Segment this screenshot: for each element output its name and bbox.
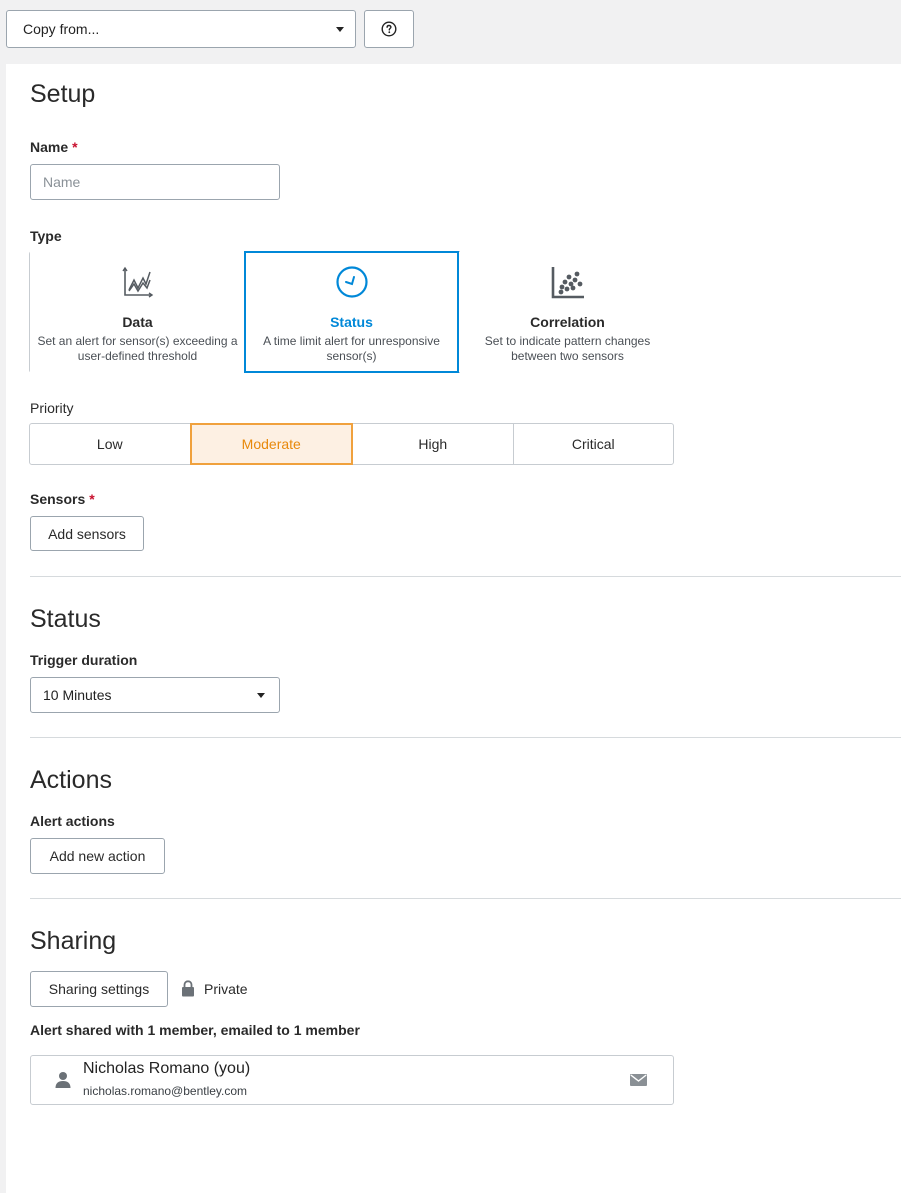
trigger-duration-label: Trigger duration	[30, 652, 138, 668]
section-divider	[30, 898, 901, 899]
type-description: A time limit alert for unresponsive sens…	[263, 334, 440, 363]
lock-icon	[182, 980, 194, 997]
type-description: Set an alert for sensor(s) exceeding a u…	[37, 334, 238, 363]
type-option-correlation[interactable]: Correlation Set to indicate pattern chan…	[460, 251, 675, 373]
actions-section-title: Actions	[30, 766, 112, 794]
trigger-duration-value: 10 Minutes	[43, 687, 112, 703]
section-divider	[30, 737, 901, 738]
copy-from-dropdown[interactable]: Copy from...	[6, 10, 356, 48]
type-option-status[interactable]: Status A time limit alert for unresponsi…	[244, 251, 459, 373]
email-icon[interactable]	[630, 1074, 647, 1086]
required-mark: *	[72, 139, 78, 155]
type-title: Correlation	[530, 314, 605, 330]
sharing-section-title: Sharing	[30, 927, 117, 955]
chevron-down-icon	[336, 27, 344, 32]
privacy-status: Private	[181, 980, 248, 997]
help-button[interactable]	[364, 10, 414, 48]
trigger-duration-select[interactable]: 10 Minutes	[30, 677, 280, 713]
type-title: Status	[330, 314, 373, 330]
shared-member-item: Nicholas Romano (you) nicholas.romano@be…	[30, 1055, 674, 1105]
help-circle-icon	[381, 21, 397, 37]
type-label: Type	[30, 228, 62, 244]
user-icon	[55, 1072, 71, 1088]
priority-option-low[interactable]: Low	[30, 424, 191, 464]
copy-from-label: Copy from...	[23, 21, 100, 37]
scatter-plot-icon	[551, 265, 585, 299]
section-divider	[30, 576, 901, 577]
add-new-action-button[interactable]: Add new action	[30, 838, 165, 874]
alert-actions-label: Alert actions	[30, 813, 115, 829]
privacy-label: Private	[204, 980, 248, 997]
line-chart-icon	[121, 265, 154, 299]
sharing-settings-button[interactable]: Sharing settings	[30, 971, 168, 1007]
type-description: Set to indicate pattern changes between …	[484, 334, 651, 363]
type-option-data[interactable]: Data Set an alert for sensor(s) exceedin…	[30, 251, 245, 373]
priority-option-critical[interactable]: Critical	[514, 424, 674, 464]
member-email: nicholas.romano@bentley.com	[83, 1084, 248, 1098]
name-label-text: Name	[30, 139, 69, 155]
name-input[interactable]	[30, 164, 280, 200]
setup-section-title: Setup	[30, 80, 96, 108]
name-label: Name *	[30, 139, 78, 155]
status-section-title: Status	[30, 605, 101, 633]
priority-selector: Low Moderate High Critical	[29, 423, 674, 465]
sensors-label-text: Sensors	[30, 491, 86, 507]
required-mark: *	[89, 491, 95, 507]
add-sensors-button[interactable]: Add sensors	[30, 516, 144, 551]
clock-icon	[335, 265, 369, 299]
priority-option-moderate[interactable]: Moderate	[189, 423, 353, 465]
priority-option-high[interactable]: High	[353, 424, 514, 464]
chevron-down-icon	[257, 693, 265, 698]
type-title: Data	[122, 314, 153, 330]
sensors-label: Sensors *	[30, 491, 95, 507]
sharing-summary: Alert shared with 1 member, emailed to 1…	[30, 1022, 360, 1038]
priority-label: Priority	[30, 400, 74, 416]
member-name: Nicholas Romano (you)	[83, 1060, 251, 1077]
